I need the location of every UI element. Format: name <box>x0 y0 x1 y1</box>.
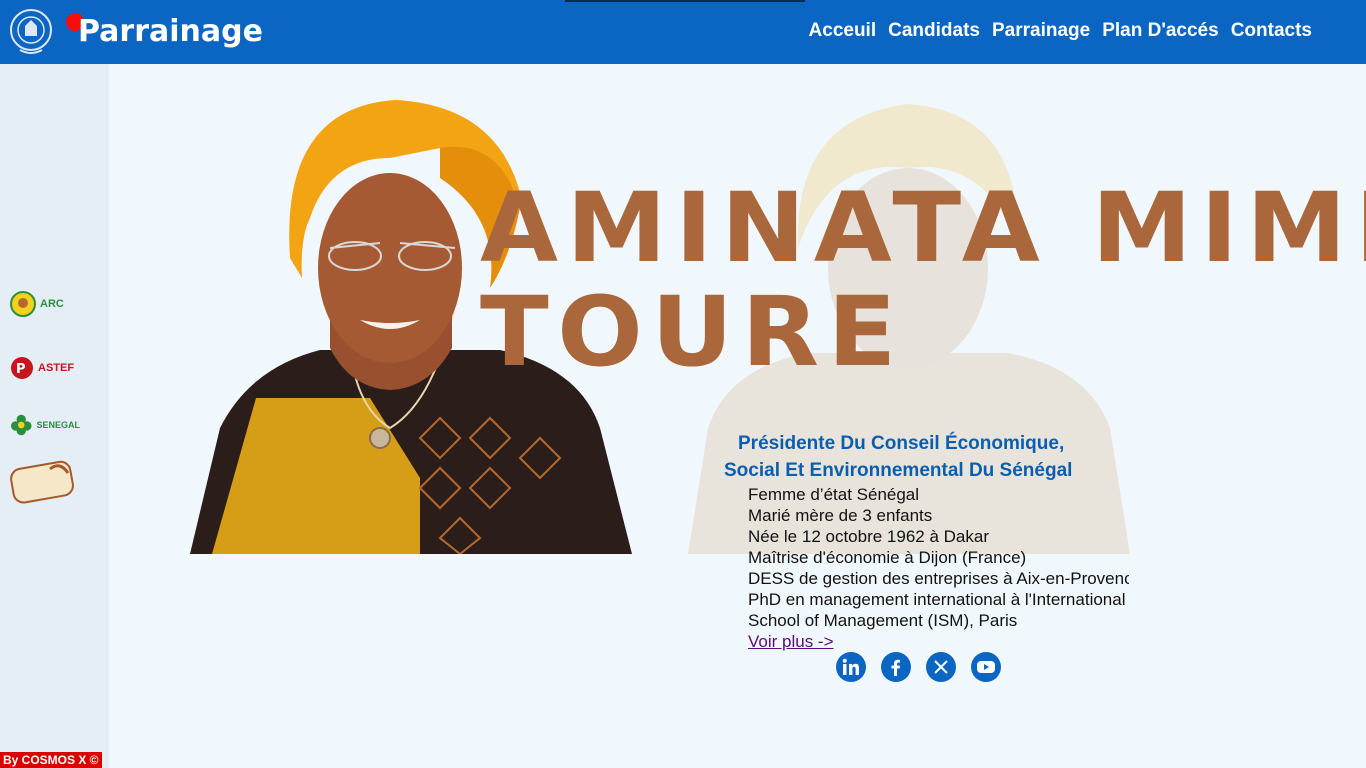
benno-bokk-yaakaar-logo-icon <box>10 460 74 504</box>
party-logo-benno[interactable] <box>10 460 80 504</box>
nav-acceuil[interactable]: Acceuil <box>809 20 877 42</box>
bio-line: Née le 12 octobre 1962 à Dakar <box>748 527 989 546</box>
top-navbar: Parrainage Acceuil Candidats Parrainage … <box>0 0 1366 64</box>
bio-line: School of Management (ISM), Paris <box>748 611 1018 630</box>
social-links <box>836 652 1001 682</box>
youtube-icon[interactable] <box>971 652 1001 682</box>
nav-contacts[interactable]: Contacts <box>1231 20 1312 42</box>
bio-line: DESS de gestion des entreprises à Aix-en… <box>748 569 1129 588</box>
svg-text:P: P <box>16 362 26 377</box>
footer-credit: By COSMOS X © <box>0 752 102 768</box>
party-logo-astef[interactable]: P ASTEF <box>10 350 80 386</box>
nav-candidats[interactable]: Candidats <box>888 20 980 42</box>
senegal-seal-icon[interactable] <box>8 6 54 58</box>
bio-line: Femme d’état Sénégal <box>748 485 920 504</box>
voir-plus-link[interactable]: Voir plus -> <box>748 632 834 651</box>
candidate-last-name: TOURE <box>480 276 905 388</box>
nav-plan-acces[interactable]: Plan D'accés <box>1102 20 1218 42</box>
party-label: ASTEF <box>38 362 75 374</box>
main-nav: Acceuil Candidats Parrainage Plan D'accé… <box>809 20 1312 42</box>
linkedin-icon[interactable] <box>836 652 866 682</box>
bio-line: Maîtrise d'économie à Dijon (France) <box>748 548 1027 567</box>
bio-line: Marié mère de 3 enfants <box>748 506 933 525</box>
arc-logo-icon <box>10 291 36 317</box>
candidate-name-heading: AMINATA MIMI TOURE <box>480 176 1366 384</box>
flower-logo-icon <box>10 414 32 436</box>
party-label: SENEGAL <box>36 420 80 430</box>
candidate-first-names: AMINATA MIMI <box>480 172 1366 284</box>
x-icon[interactable] <box>926 652 956 682</box>
party-sidebar: ARC P ASTEF SENEGAL By COSMOS X © <box>0 64 109 768</box>
party-logo-arc[interactable]: ARC <box>10 286 80 322</box>
bio-line: PhD en management international à l'Inte… <box>748 590 1126 609</box>
facebook-icon[interactable] <box>881 652 911 682</box>
candidate-title-line-2: Social Et Environnemental Du Sénégal <box>724 460 1073 481</box>
navbar-accent-line <box>565 0 805 2</box>
candidate-bio: Femme d’état Sénégal Marié mère de 3 enf… <box>748 484 1129 652</box>
party-logo-taxawu[interactable]: SENEGAL <box>10 407 80 443</box>
candidate-title-line-1: Présidente Du Conseil Économique, <box>738 433 1065 454</box>
astef-logo-icon: P <box>11 357 33 379</box>
brand-logo-text[interactable]: Parrainage <box>78 14 263 49</box>
party-label: ARC <box>40 298 64 310</box>
nav-parrainage[interactable]: Parrainage <box>992 20 1090 42</box>
